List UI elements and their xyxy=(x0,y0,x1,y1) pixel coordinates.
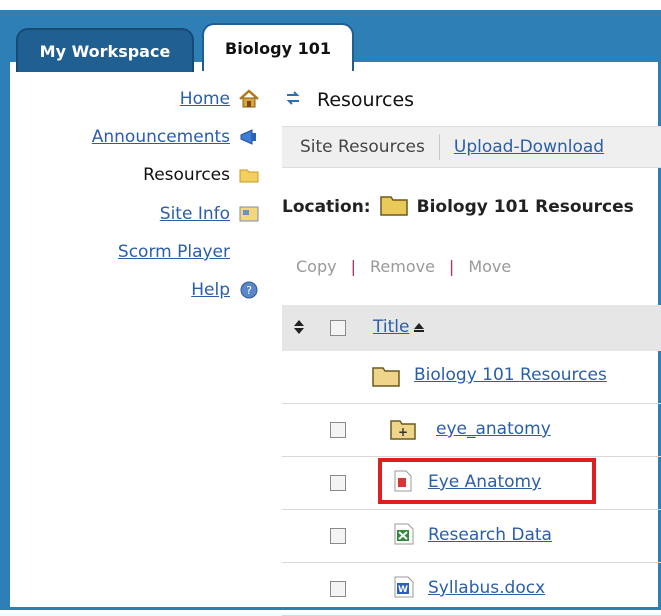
folder-add-icon[interactable]: + xyxy=(390,418,416,444)
table-row: + eye_anatomy xyxy=(282,404,661,457)
page-header: Resources xyxy=(285,86,414,114)
folder-link[interactable]: Biology 101 Resources xyxy=(414,365,607,385)
sidebar-item-help[interactable]: Help ? xyxy=(191,277,260,303)
sort-ascending-icon xyxy=(413,318,425,337)
sidebar-item-label[interactable]: Resources xyxy=(143,165,230,185)
sidebar-item-label[interactable]: Site Info xyxy=(160,204,230,224)
svg-text:+: + xyxy=(398,425,408,439)
row-checkbox[interactable] xyxy=(330,528,346,544)
copy-button[interactable]: Copy xyxy=(296,257,337,276)
row-checkbox[interactable] xyxy=(330,422,346,438)
folder-icon xyxy=(379,193,409,222)
sidebar-item-resources[interactable]: Resources xyxy=(143,162,260,188)
megaphone-icon xyxy=(238,127,260,147)
table-row: Research Data xyxy=(282,510,661,563)
location-breadcrumb: Location: Biology 101 Resources xyxy=(282,192,634,222)
sidebar-item-label[interactable]: Scorm Player xyxy=(118,242,230,262)
tab-site-resources[interactable]: Site Resources xyxy=(282,134,440,160)
table-row: Biology 101 Resources xyxy=(282,351,661,404)
reset-icon[interactable] xyxy=(285,89,301,111)
table-row: W Syllabus.docx xyxy=(282,563,661,616)
sidebar-item-label[interactable]: Home xyxy=(180,89,230,109)
location-label: Location: xyxy=(282,197,371,217)
folder-icon xyxy=(371,364,401,392)
site-tab-bar: My Workspace Biology 101 xyxy=(0,0,661,72)
word-file-icon: W xyxy=(394,576,414,602)
home-icon xyxy=(238,89,260,109)
location-value: Biology 101 Resources xyxy=(416,197,634,217)
action-bar: Copy | Remove | Move xyxy=(296,257,511,276)
row-checkbox[interactable] xyxy=(330,581,346,597)
resources-subnav: Site Resources Upload-Download xyxy=(282,126,661,168)
help-icon: ? xyxy=(238,280,260,300)
file-link[interactable]: Syllabus.docx xyxy=(428,578,545,598)
frame-border-left xyxy=(0,62,10,610)
tab-biology-101[interactable]: Biology 101 xyxy=(202,23,354,71)
action-separator: | xyxy=(448,257,455,276)
folder-link[interactable]: eye_anatomy xyxy=(436,419,551,439)
title-sort-link[interactable]: Title xyxy=(373,317,409,337)
folder-icon xyxy=(238,165,260,185)
sidebar-item-home[interactable]: Home xyxy=(180,86,260,112)
highlight-box xyxy=(378,458,596,504)
tab-my-workspace[interactable]: My Workspace xyxy=(16,28,194,72)
sidebar-item-site-info[interactable]: Site Info xyxy=(160,201,260,227)
select-all-checkbox[interactable] xyxy=(330,320,346,336)
info-icon xyxy=(238,204,260,224)
page-title: Resources xyxy=(317,89,415,111)
excel-file-icon xyxy=(394,523,414,549)
move-button[interactable]: Move xyxy=(468,257,511,276)
file-link[interactable]: Research Data xyxy=(428,525,552,545)
svg-text:W: W xyxy=(398,585,408,595)
sidebar-item-label[interactable]: Help xyxy=(191,280,230,300)
sidebar-item-label[interactable]: Announcements xyxy=(92,127,230,147)
sidebar-item-scorm-player[interactable]: Scorm Player xyxy=(118,239,230,265)
remove-button[interactable]: Remove xyxy=(370,257,435,276)
row-checkbox[interactable] xyxy=(330,475,346,491)
action-separator: | xyxy=(350,257,356,276)
svg-text:?: ? xyxy=(246,284,252,297)
expand-collapse-icon[interactable] xyxy=(293,319,305,339)
sidebar-item-announcements[interactable]: Announcements xyxy=(92,124,260,150)
table-header: Title xyxy=(282,305,661,351)
tab-upload-download[interactable]: Upload-Download xyxy=(440,137,604,157)
